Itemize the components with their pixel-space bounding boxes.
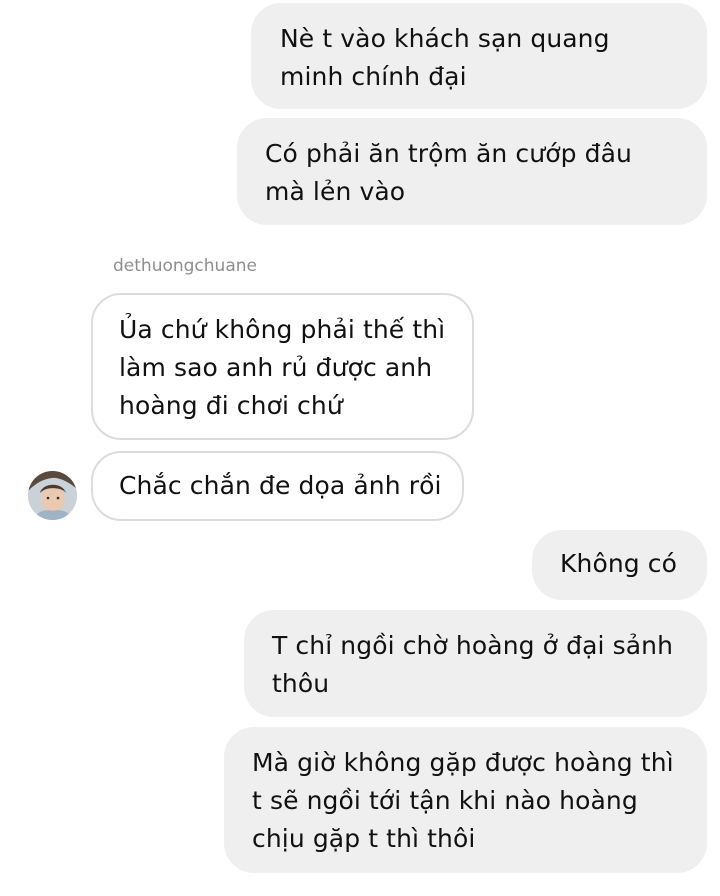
message-text: Có phải ăn trộm ăn cướp đâu mà lẻn vào: [265, 139, 632, 206]
message-bubble-outgoing[interactable]: T chỉ ngồi chờ hoàng ở đại sảnh thôu: [244, 610, 707, 717]
message-text: Mà giờ không gặp được hoàng thì t sẽ ngồ…: [252, 748, 674, 853]
message-bubble-incoming[interactable]: Chắc chắn đe dọa ảnh rồi: [91, 451, 464, 521]
avatar[interactable]: [28, 471, 77, 520]
profile-photo-icon: [28, 471, 77, 520]
message-bubble-incoming[interactable]: Ủa chứ không phải thế thì làm sao anh rủ…: [91, 293, 474, 440]
message-text: Nè t vào khách sạn quang minh chính đại: [280, 24, 610, 91]
sender-name[interactable]: dethuongchuane: [113, 254, 257, 278]
message-text: Chắc chắn đe dọa ảnh rồi: [119, 471, 442, 500]
message-bubble-outgoing[interactable]: Có phải ăn trộm ăn cướp đâu mà lẻn vào: [237, 118, 707, 225]
message-bubble-outgoing[interactable]: Không có: [532, 530, 707, 600]
message-bubble-outgoing[interactable]: Mà giờ không gặp được hoàng thì t sẽ ngồ…: [224, 727, 707, 873]
message-text: T chỉ ngồi chờ hoàng ở đại sảnh thôu: [272, 631, 674, 698]
message-text: Ủa chứ không phải thế thì làm sao anh rủ…: [119, 315, 446, 420]
message-text: Không có: [560, 549, 678, 578]
message-bubble-outgoing[interactable]: Nè t vào khách sạn quang minh chính đại: [251, 3, 707, 109]
